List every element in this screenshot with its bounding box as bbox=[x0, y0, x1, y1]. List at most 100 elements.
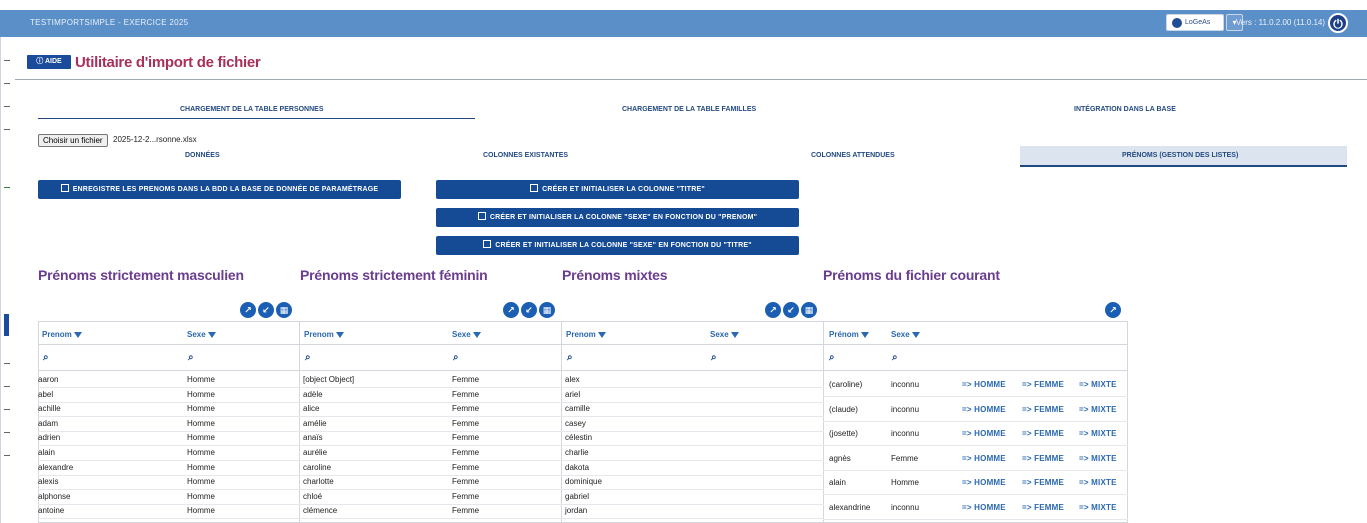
search-icon[interactable]: ⌕ bbox=[829, 352, 835, 363]
prenom-cell: (claude) bbox=[829, 404, 858, 414]
column-header-sexe[interactable]: Sexe bbox=[710, 330, 739, 339]
set-femme-link[interactable]: => FEMME bbox=[1022, 405, 1064, 414]
row-divider bbox=[299, 503, 562, 505]
set-homme-link[interactable]: => HOMME bbox=[962, 380, 1006, 389]
filter-icon[interactable] bbox=[597, 332, 606, 338]
column-header-prenom[interactable]: Prenom bbox=[566, 330, 606, 339]
sexe-cell: inconnu bbox=[891, 502, 920, 512]
filter-icon[interactable] bbox=[335, 332, 344, 338]
table-icon[interactable]: ▦ bbox=[276, 302, 292, 318]
export-icon[interactable]: ↗ bbox=[503, 302, 519, 318]
sexe-cell: Femme bbox=[452, 506, 480, 516]
help-button-label: AIDE bbox=[44, 58, 62, 65]
import-icon[interactable]: ↙ bbox=[258, 302, 274, 318]
export-icon[interactable]: ↗ bbox=[240, 302, 256, 318]
subtab-colonnes-attendues[interactable]: COLONNES ATTENDUES bbox=[811, 152, 895, 159]
set-femme-link[interactable]: => FEMME bbox=[1022, 380, 1064, 389]
prenom-cell: alexandrine bbox=[829, 502, 871, 512]
export-icon[interactable]: ↗ bbox=[765, 302, 781, 318]
sexe-cell: Homme bbox=[187, 491, 216, 501]
set-homme-link[interactable]: => HOMME bbox=[962, 454, 1006, 463]
column-header-label: Prenom bbox=[42, 330, 72, 339]
filter-icon[interactable] bbox=[207, 332, 216, 338]
row-divider bbox=[299, 489, 562, 491]
search-icon[interactable]: ⌕ bbox=[567, 352, 573, 363]
section-title-masculin: Prénoms strictement masculien bbox=[38, 267, 244, 283]
subtab-donnees[interactable]: DONNÉES bbox=[185, 152, 220, 159]
subtab-prenoms[interactable]: PRÉNOMS (GESTION DES LISTES) bbox=[1122, 152, 1238, 159]
filter-icon[interactable] bbox=[860, 332, 869, 338]
search-icon[interactable]: ⌕ bbox=[453, 352, 459, 363]
set-homme-link[interactable]: => HOMME bbox=[962, 405, 1006, 414]
choose-file-button[interactable]: Choisir un fichier bbox=[38, 134, 108, 147]
left-divider bbox=[4, 83, 10, 84]
column-header-prenom[interactable]: Prénom bbox=[829, 330, 869, 339]
sexe-cell: Homme bbox=[187, 448, 216, 457]
save-prenoms-button[interactable]: ENREGISTRE LES PRENOMS DANS LA BDD LA BA… bbox=[38, 180, 401, 199]
prenom-cell: alice bbox=[303, 404, 320, 414]
row-divider bbox=[823, 494, 1128, 495]
grid-feminin bbox=[299, 321, 562, 523]
column-header-prenom[interactable]: Prenom bbox=[304, 330, 344, 339]
prenom-cell: abel bbox=[38, 389, 54, 399]
set-homme-link[interactable]: => HOMME bbox=[962, 503, 1006, 512]
column-header-sexe[interactable]: Sexe bbox=[891, 330, 920, 339]
set-femme-link[interactable]: => FEMME bbox=[1022, 503, 1064, 512]
import-icon[interactable]: ↙ bbox=[521, 302, 537, 318]
prenom-cell: alex bbox=[565, 375, 580, 384]
set-mixte-link[interactable]: => MIXTE bbox=[1079, 405, 1117, 414]
help-button[interactable]: ⓘ AIDE bbox=[27, 55, 71, 69]
set-mixte-link[interactable]: => MIXTE bbox=[1079, 429, 1117, 438]
export-icon[interactable]: ↗ bbox=[1105, 302, 1121, 318]
prenom-cell: adam bbox=[38, 418, 59, 428]
filter-icon[interactable] bbox=[73, 332, 82, 338]
table-icon[interactable]: ▦ bbox=[539, 302, 555, 318]
tab-integration-base[interactable]: INTÉGRATION DANS LA BASE bbox=[1074, 106, 1176, 113]
create-sexe-prenom-button[interactable]: CRÉER ET INITIALISER LA COLONNE "SEXE" E… bbox=[436, 208, 799, 227]
search-icon[interactable]: ⌕ bbox=[892, 352, 898, 363]
user-button[interactable]: LoGeAs bbox=[1166, 14, 1224, 31]
table-icon[interactable]: ▦ bbox=[801, 302, 817, 318]
filter-icon[interactable] bbox=[730, 332, 739, 338]
row-divider bbox=[561, 474, 824, 476]
subtab-colonnes-existantes[interactable]: COLONNES EXISTANTES bbox=[483, 152, 568, 159]
prenom-cell: (josette) bbox=[829, 429, 858, 438]
search-icon[interactable]: ⌕ bbox=[711, 352, 717, 363]
sexe-cell: inconnu bbox=[891, 380, 920, 389]
row-divider bbox=[823, 420, 1128, 422]
set-mixte-link[interactable]: => MIXTE bbox=[1079, 380, 1117, 389]
column-header-prenom[interactable]: Prenom bbox=[42, 330, 82, 339]
left-side-tab[interactable] bbox=[4, 314, 9, 336]
left-divider bbox=[4, 386, 10, 387]
import-icon[interactable]: ↙ bbox=[783, 302, 799, 318]
column-header-sexe[interactable]: Sexe bbox=[187, 330, 216, 339]
column-header-label: Sexe bbox=[891, 330, 910, 339]
create-titre-button[interactable]: CRÉER ET INITIALISER LA COLONNE "TITRE" bbox=[436, 180, 799, 199]
section-title-mixtes: Prénoms mixtes bbox=[562, 267, 668, 283]
set-femme-link[interactable]: => FEMME bbox=[1022, 478, 1064, 487]
tab-chargement-familles[interactable]: CHARGEMENT DE LA TABLE FAMILLES bbox=[622, 106, 756, 113]
row-divider bbox=[299, 518, 562, 520]
set-femme-link[interactable]: => FEMME bbox=[1022, 429, 1064, 438]
set-mixte-link[interactable]: => MIXTE bbox=[1079, 454, 1117, 463]
search-icon[interactable]: ⌕ bbox=[43, 352, 49, 363]
section-title-courant: Prénoms du fichier courant bbox=[823, 267, 1000, 283]
set-homme-link[interactable]: => HOMME bbox=[962, 478, 1006, 487]
set-homme-link[interactable]: => HOMME bbox=[962, 429, 1006, 438]
create-sexe-titre-button[interactable]: CRÉER ET INITIALISER LA COLONNE "SEXE" E… bbox=[436, 236, 799, 255]
filter-icon[interactable] bbox=[911, 332, 920, 338]
set-mixte-link[interactable]: => MIXTE bbox=[1079, 478, 1117, 487]
column-header-sexe[interactable]: Sexe bbox=[452, 330, 481, 339]
set-mixte-link[interactable]: => MIXTE bbox=[1079, 503, 1117, 512]
set-femme-link[interactable]: => FEMME bbox=[1022, 454, 1064, 463]
filter-icon[interactable] bbox=[472, 332, 481, 338]
grid-courant bbox=[823, 321, 1128, 523]
search-icon[interactable]: ⌕ bbox=[188, 352, 194, 363]
prenom-cell: chloé bbox=[303, 491, 323, 501]
column-header-label: Sexe bbox=[710, 330, 729, 339]
row-divider bbox=[38, 430, 300, 432]
tab-chargement-personnes[interactable]: CHARGEMENT DE LA TABLE PERSONNES bbox=[180, 106, 324, 113]
search-icon[interactable]: ⌕ bbox=[305, 352, 311, 363]
user-button-label: LoGeAs bbox=[1185, 19, 1211, 26]
power-icon[interactable]: ⏻ bbox=[1328, 13, 1348, 33]
